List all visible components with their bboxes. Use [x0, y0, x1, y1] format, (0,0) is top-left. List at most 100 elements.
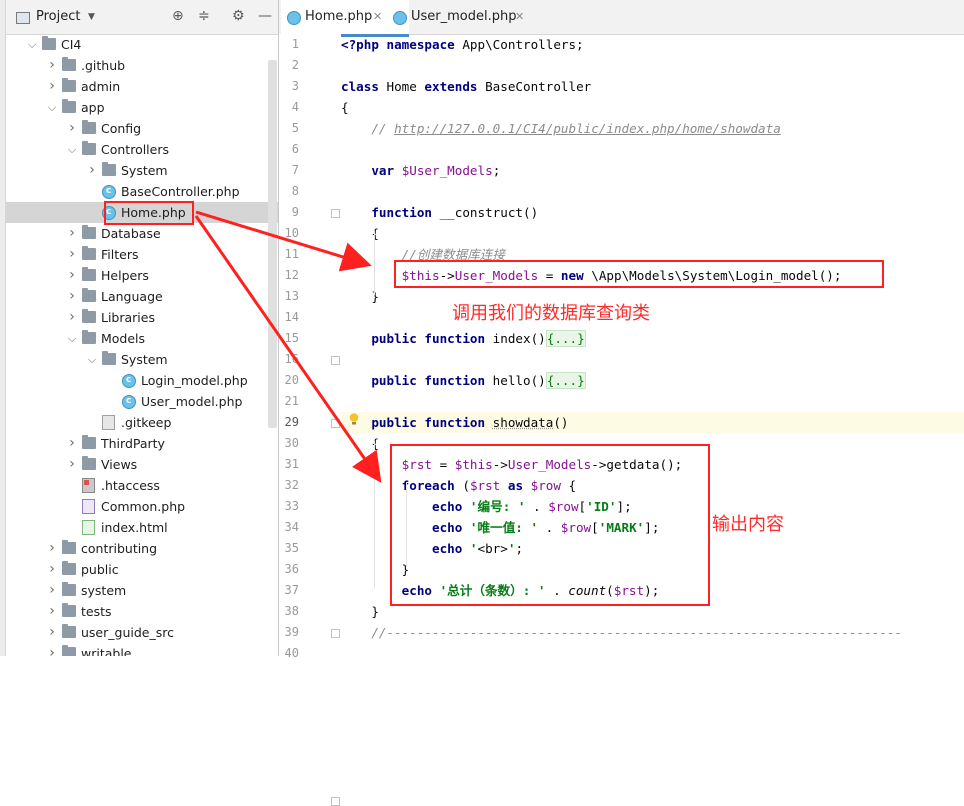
- chevron-right-icon[interactable]: ›: [66, 286, 78, 307]
- chevron-down-icon[interactable]: ⌵: [46, 97, 58, 118]
- chevron-right-icon[interactable]: ›: [46, 559, 58, 580]
- tree-item[interactable]: › Views: [6, 454, 278, 475]
- chevron-right-icon[interactable]: ›: [66, 118, 78, 139]
- code-token: showdata: [492, 415, 554, 430]
- folder-icon: [102, 162, 116, 176]
- folder-icon: [82, 330, 96, 344]
- line-number: 40: [284, 646, 299, 660]
- tree-item[interactable]: .gitkeep: [6, 412, 278, 433]
- tree-item[interactable]: › System: [6, 160, 278, 181]
- tree-item[interactable]: › .github: [6, 55, 278, 76]
- code-line[interactable]: public function showdata(): [341, 412, 568, 433]
- collapse-icon[interactable]: ≑: [198, 8, 210, 24]
- folder-icon: [82, 267, 96, 281]
- tree-scrollbar[interactable]: [268, 60, 277, 428]
- code-line[interactable]: //--------------------------------------…: [341, 622, 902, 643]
- chevron-right-icon[interactable]: ›: [86, 160, 98, 181]
- chevron-right-icon[interactable]: ›: [46, 622, 58, 643]
- chevron-right-icon[interactable]: ›: [46, 76, 58, 97]
- chevron-right-icon[interactable]: ›: [46, 601, 58, 622]
- tree-item[interactable]: ⌵ Models: [6, 328, 278, 349]
- tree-item[interactable]: › writable: [6, 643, 278, 656]
- fold-marker-icon[interactable]: [331, 419, 340, 428]
- line-number: 37: [284, 583, 299, 597]
- project-panel-header: Project ▼ ⊕ ≑ ⚙ —: [6, 0, 278, 35]
- tree-item[interactable]: › admin: [6, 76, 278, 97]
- tree-item[interactable]: › tests: [6, 601, 278, 622]
- fold-marker-icon[interactable]: [331, 629, 340, 638]
- line-number: 1: [291, 37, 299, 51]
- line-number: 11: [284, 247, 299, 261]
- tree-item[interactable]: › Config: [6, 118, 278, 139]
- chevron-right-icon[interactable]: ›: [46, 580, 58, 601]
- chevron-right-icon[interactable]: ›: [66, 454, 78, 475]
- tree-item[interactable]: › Helpers: [6, 265, 278, 286]
- chevron-right-icon[interactable]: ›: [46, 55, 58, 76]
- chevron-right-icon[interactable]: ›: [66, 244, 78, 265]
- tree-item[interactable]: BaseController.php: [6, 181, 278, 202]
- close-icon[interactable]: ✕: [515, 0, 524, 34]
- tree-item[interactable]: › Database: [6, 223, 278, 244]
- code-line[interactable]: }: [341, 601, 379, 622]
- folder-icon: [102, 351, 116, 365]
- fold-marker-icon[interactable]: [331, 797, 340, 806]
- tree-item[interactable]: ⌵ Controllers: [6, 139, 278, 160]
- tab-user-model-php[interactable]: User_model.php ✕: [387, 0, 551, 34]
- tree-item[interactable]: index.html: [6, 517, 278, 538]
- minimize-icon[interactable]: —: [258, 8, 272, 24]
- chevron-right-icon[interactable]: ›: [66, 433, 78, 454]
- code-token: public function: [371, 373, 493, 388]
- locate-icon[interactable]: ⊕: [172, 8, 184, 24]
- folder-icon: [82, 435, 96, 449]
- tree-item[interactable]: Login_model.php: [6, 370, 278, 391]
- code-line[interactable]: var $User_Models;: [341, 160, 500, 181]
- chevron-right-icon[interactable]: ›: [66, 307, 78, 328]
- code-token: //--------------------------------------…: [371, 625, 903, 640]
- project-panel-title[interactable]: Project: [36, 9, 80, 24]
- folder-icon: [62, 78, 76, 92]
- chevron-right-icon[interactable]: ›: [46, 643, 58, 656]
- tree-item[interactable]: › Language: [6, 286, 278, 307]
- code-line[interactable]: public function index(){...}: [341, 328, 586, 349]
- fold-marker-icon[interactable]: [331, 356, 340, 365]
- line-gutter: 1 2 3 4 5 6 7 8 9 10 11 12 13 14 15 16 20 21 29 30 31 32 33 34 3…: [279, 34, 341, 806]
- tree-item[interactable]: › ThirdParty: [6, 433, 278, 454]
- chevron-down-icon[interactable]: ⌵: [26, 34, 38, 55]
- code-line[interactable]: class Home extends BaseController: [341, 76, 591, 97]
- tree-item-label: .github: [81, 58, 126, 73]
- chevron-right-icon[interactable]: ›: [66, 223, 78, 244]
- tree-item-label: tests: [81, 604, 112, 619]
- code-line[interactable]: public function hello(){...}: [341, 370, 586, 391]
- tree-item[interactable]: ⌵ System: [6, 349, 278, 370]
- tree-item[interactable]: User_model.php: [6, 391, 278, 412]
- fold-marker-icon[interactable]: [331, 209, 340, 218]
- tree-item[interactable]: › public: [6, 559, 278, 580]
- tree-item[interactable]: › user_guide_src: [6, 622, 278, 643]
- gear-icon[interactable]: ⚙: [232, 8, 245, 24]
- chevron-down-icon[interactable]: ⌵: [86, 349, 98, 370]
- close-icon[interactable]: ✕: [373, 0, 382, 34]
- tree-item-label: Controllers: [101, 142, 169, 157]
- code-line[interactable]: function __construct(): [341, 202, 538, 223]
- code-token: extends: [424, 79, 486, 94]
- chevron-down-icon[interactable]: ⌵: [66, 139, 78, 160]
- tree-item[interactable]: ⌵ app: [6, 97, 278, 118]
- tree-item[interactable]: Common.php: [6, 496, 278, 517]
- chevron-right-icon[interactable]: ›: [66, 265, 78, 286]
- tree-item[interactable]: › contributing: [6, 538, 278, 559]
- tree-item[interactable]: › system: [6, 580, 278, 601]
- code-line[interactable]: // http://127.0.0.1/CI4/public/index.php…: [341, 118, 780, 139]
- code-line[interactable]: {: [341, 97, 349, 118]
- line-number: 4: [291, 100, 299, 114]
- chevron-down-icon[interactable]: ▼: [88, 12, 95, 22]
- bulb-icon[interactable]: [349, 410, 359, 425]
- tree-item[interactable]: .htaccess: [6, 475, 278, 496]
- code-token: }: [341, 604, 379, 619]
- tree-item[interactable]: › Libraries: [6, 307, 278, 328]
- tree-item[interactable]: › Filters: [6, 244, 278, 265]
- code-line[interactable]: <?php namespace App\Controllers;: [341, 34, 584, 55]
- tree-item[interactable]: ⌵ CI4: [6, 34, 278, 55]
- chevron-right-icon[interactable]: ›: [46, 538, 58, 559]
- chevron-down-icon[interactable]: ⌵: [66, 328, 78, 349]
